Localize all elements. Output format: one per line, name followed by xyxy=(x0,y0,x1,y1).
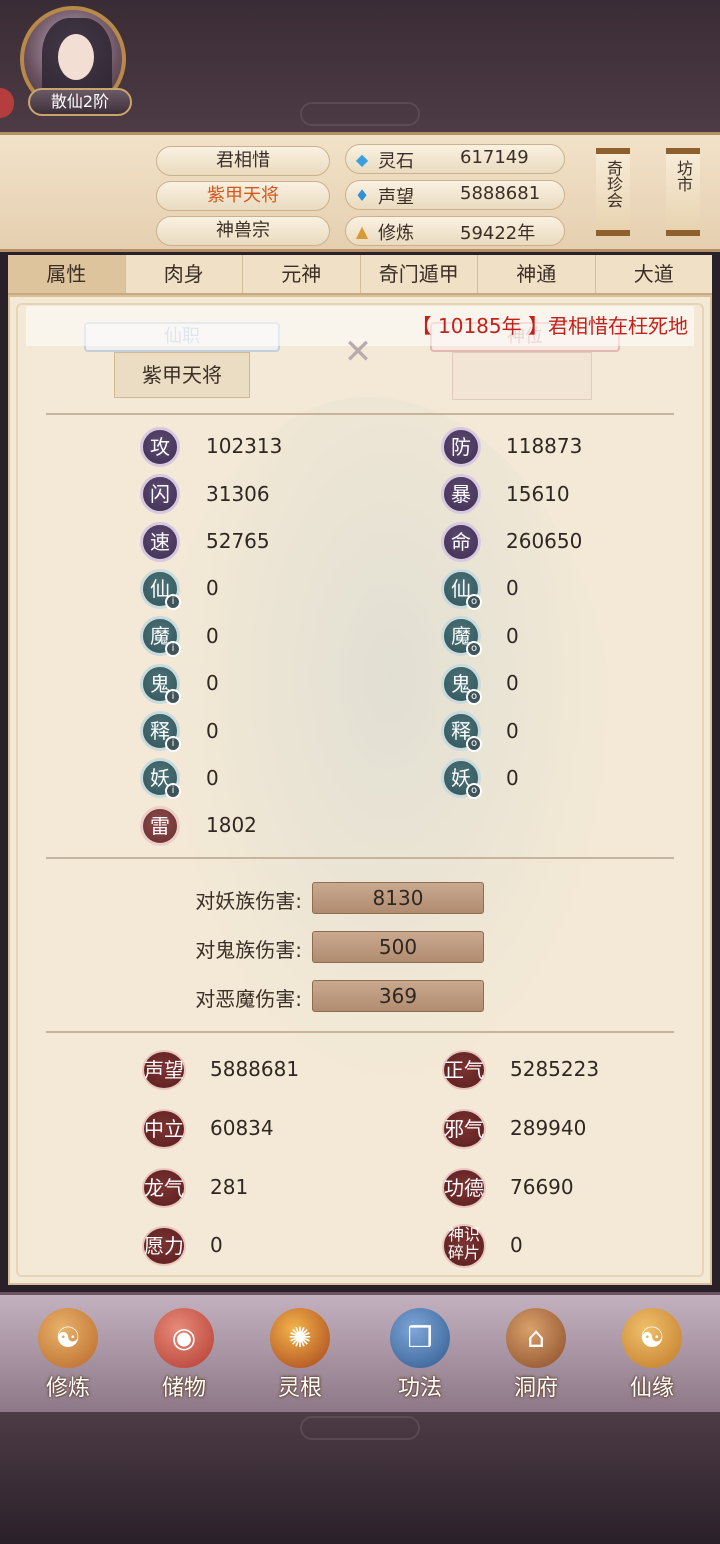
reputation-badge: 声望 xyxy=(142,1050,186,1090)
damage-vs-yao-value: 8130 xyxy=(312,882,484,914)
critical-value: 15610 xyxy=(506,482,570,506)
bazaar-button[interactable]: 坊市 xyxy=(666,148,700,236)
treasure-market-button[interactable]: 奇珍会 xyxy=(596,148,630,236)
top-ornament xyxy=(300,102,420,126)
reputation-value: 5888681 xyxy=(210,1057,300,1081)
nav-cultivate[interactable]: ☯ 修炼 xyxy=(18,1308,118,1404)
resource-reputation: ♦ 声望 5888681 xyxy=(345,180,565,210)
neutral-badge: 中立 xyxy=(142,1109,186,1149)
damage-vs-ghost-value: 500 xyxy=(312,931,484,963)
damage-vs-ghost-label: 对鬼族伤害: xyxy=(195,938,302,962)
rank-badge: 散仙2阶 xyxy=(28,88,132,116)
merit-value: 76690 xyxy=(510,1175,574,1199)
dodge-value: 31306 xyxy=(206,482,270,506)
nav-spirit-root[interactable]: ✺ 灵根 xyxy=(250,1308,350,1404)
buddha-attack-value: 0 xyxy=(206,719,219,743)
soul-shard-badge: 神识碎片 xyxy=(442,1224,486,1268)
damage-vs-demon-label: 对恶魔伤害: xyxy=(195,987,302,1011)
nav-cave[interactable]: ⌂ 洞府 xyxy=(486,1308,586,1404)
xianzhi-value: 紫甲天将 xyxy=(114,352,250,398)
tab-soul[interactable]: 元神 xyxy=(243,255,361,293)
dragon-qi-value: 281 xyxy=(210,1175,249,1199)
yao-attack-value: 0 xyxy=(206,766,219,790)
yao-defense-value: 0 xyxy=(506,766,519,790)
damage-vs-demon-value: 369 xyxy=(312,980,484,1012)
tab-dao[interactable]: 大道 xyxy=(596,255,713,293)
nav-storage[interactable]: ◉ 储物 xyxy=(134,1308,234,1404)
character-title: 紫甲天将 xyxy=(156,181,330,211)
ghost-attack-icon: 鬼i xyxy=(140,664,181,705)
resource-spirit-stone: ◆ 灵石 617149 xyxy=(345,144,565,174)
storage-bag-icon: ◉ xyxy=(154,1308,214,1368)
righteous-value: 5285223 xyxy=(510,1057,600,1081)
thunder-value: 1802 xyxy=(206,813,257,837)
demon-defense-icon: 魔o xyxy=(441,616,482,657)
dragon-qi-badge: 龙气 xyxy=(142,1168,186,1208)
cave-palace-icon: ⌂ xyxy=(506,1308,566,1368)
thunder-icon: 雷 xyxy=(140,806,180,846)
righteous-badge: 正气 xyxy=(442,1050,486,1090)
ghost-defense-value: 0 xyxy=(506,671,519,695)
immortal-attack-value: 0 xyxy=(206,576,219,600)
dodge-icon: 闪 xyxy=(140,474,180,514)
scripture-book-icon: ❒ xyxy=(390,1308,450,1368)
immortal-defense-icon: 仙o xyxy=(441,569,482,610)
attack-icon: 攻 xyxy=(140,427,180,467)
meditating-figure-icon: ☯ xyxy=(38,1308,98,1368)
evil-badge: 邪气 xyxy=(442,1109,486,1149)
crossed-swords-icon: ✕ xyxy=(343,332,373,372)
tab-body[interactable]: 肉身 xyxy=(126,255,243,293)
spirit-root-icon: ✺ xyxy=(270,1308,330,1368)
attack-value: 102313 xyxy=(206,434,283,458)
character-sect: 神兽宗 xyxy=(156,216,330,246)
defense-icon: 防 xyxy=(441,427,481,467)
shenwei-slot[interactable] xyxy=(452,352,592,400)
character-name: 君相惜 xyxy=(156,146,330,176)
immortal-attack-icon: 仙i xyxy=(140,569,181,610)
hp-icon: 命 xyxy=(441,522,481,562)
demon-attack-icon: 魔i xyxy=(140,616,181,657)
tab-qimen[interactable]: 奇门遁甲 xyxy=(361,255,478,293)
ghost-attack-value: 0 xyxy=(206,671,219,695)
ghost-defense-icon: 鬼o xyxy=(441,664,482,705)
tab-powers[interactable]: 神通 xyxy=(478,255,596,293)
yao-defense-icon: 妖o xyxy=(441,758,482,799)
buddha-attack-icon: 释i xyxy=(140,711,181,752)
spirit-stone-icon: ◆ xyxy=(355,150,369,169)
speed-icon: 速 xyxy=(140,522,180,562)
buddha-defense-icon: 释o xyxy=(441,711,482,752)
attribute-panel xyxy=(8,295,712,1285)
defense-value: 118873 xyxy=(506,434,583,458)
buddha-defense-value: 0 xyxy=(506,719,519,743)
demon-defense-value: 0 xyxy=(506,624,519,648)
tab-bar: 属性 肉身 元神 奇门遁甲 神通 大道 xyxy=(8,255,712,295)
divider xyxy=(46,857,674,859)
yao-attack-icon: 妖i xyxy=(140,758,181,799)
critical-icon: 暴 xyxy=(441,474,481,514)
immortal-defense-value: 0 xyxy=(506,576,519,600)
tab-attributes[interactable]: 属性 xyxy=(8,255,126,293)
nav-techniques[interactable]: ❒ 功法 xyxy=(370,1308,470,1404)
wish-power-badge: 愿力 xyxy=(142,1226,186,1266)
divider xyxy=(46,1031,674,1033)
hp-value: 260650 xyxy=(506,529,583,553)
damage-vs-yao-label: 对妖族伤害: xyxy=(195,889,302,913)
speed-value: 52765 xyxy=(206,529,270,553)
cultivation-icon: ▲ xyxy=(355,222,369,241)
avatar-face xyxy=(58,34,94,80)
merit-badge: 功德 xyxy=(442,1168,486,1208)
demon-attack-value: 0 xyxy=(206,624,219,648)
divider xyxy=(46,413,674,415)
soul-shard-value: 0 xyxy=(510,1233,523,1257)
evil-value: 289940 xyxy=(510,1116,587,1140)
bottom-ornament xyxy=(300,1416,420,1440)
gourd-icon: ☯ xyxy=(622,1308,682,1368)
nav-fate[interactable]: ☯ 仙缘 xyxy=(602,1308,702,1404)
wish-power-value: 0 xyxy=(210,1233,223,1257)
neutral-value: 60834 xyxy=(210,1116,274,1140)
resource-cultivation: ▲ 修炼 59422年 xyxy=(345,216,565,246)
reputation-icon: ♦ xyxy=(354,186,370,205)
